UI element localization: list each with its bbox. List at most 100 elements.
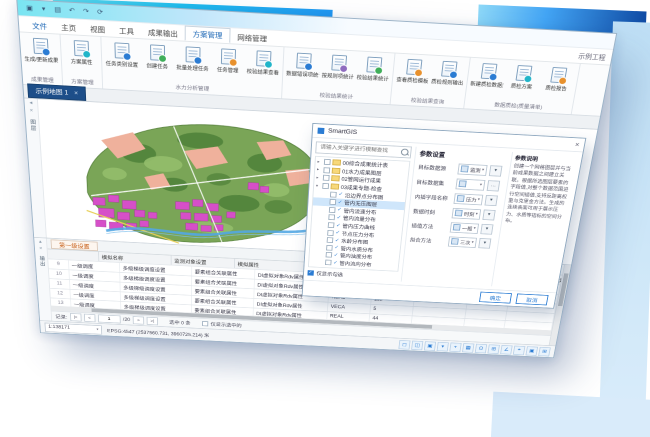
- parameter-label: 插值方法: [411, 221, 448, 230]
- split-view-icon[interactable]: ◫: [411, 340, 423, 350]
- view-options-icon[interactable]: ▾: [437, 342, 449, 352]
- only-selected-checkbox[interactable]: [202, 321, 208, 326]
- extent-icon[interactable]: ⊞: [538, 347, 551, 357]
- batch-process-tasks-button[interactable]: 批量处理任务: [176, 43, 210, 83]
- menu-tab-network[interactable]: 网络管理: [230, 30, 274, 46]
- parameter-combobox[interactable]: 压力 ▾: [454, 193, 484, 205]
- create-task-button[interactable]: 创建任务: [140, 41, 174, 82]
- cancel-button[interactable]: 取消: [515, 294, 548, 306]
- parameter-extra-button[interactable]: ▾: [480, 223, 493, 234]
- customize-toolbar-icon[interactable]: ▾: [38, 3, 50, 14]
- grid-icon[interactable]: ⊞: [487, 344, 500, 354]
- tree-item-checkbox[interactable]: [327, 230, 334, 236]
- pan-icon[interactable]: +: [449, 342, 461, 352]
- parameter-label: 内插字段名称: [414, 192, 452, 201]
- previous-record-button[interactable]: <: [84, 314, 96, 322]
- ok-button[interactable]: 确定: [479, 292, 512, 304]
- save-icon[interactable]: ▤: [52, 4, 64, 15]
- chevron-down-icon[interactable]: ▾: [480, 182, 483, 187]
- dialog-app-icon: [317, 128, 324, 134]
- new-qc-dataset-button[interactable]: 新建质检数据集: [468, 60, 506, 100]
- tree-item-checkbox[interactable]: [330, 191, 337, 197]
- tree-item-checkbox[interactable]: [329, 199, 336, 205]
- parameter-extra-button[interactable]: …: [487, 180, 501, 191]
- basemap-icon[interactable]: ▣: [526, 346, 539, 356]
- tree-item-checkbox[interactable]: [323, 167, 330, 173]
- tree-caret-icon[interactable]: ▾: [316, 183, 321, 188]
- tree-caret-icon[interactable]: ▸: [317, 159, 322, 164]
- tree-caret-icon[interactable]: ▸: [316, 175, 321, 180]
- scheme-properties-button[interactable]: 方案属性: [64, 37, 99, 78]
- menu-tab-home[interactable]: 主页: [54, 20, 84, 35]
- layers-panel-tab[interactable]: 图层: [28, 119, 37, 132]
- close-output-icon[interactable]: ×: [39, 247, 42, 252]
- tree-item-checkbox[interactable]: [323, 175, 330, 181]
- redo-icon[interactable]: ↷: [80, 6, 92, 17]
- tree-item-checkbox[interactable]: [328, 222, 335, 228]
- parameter-extra-button[interactable]: ▾: [482, 209, 495, 220]
- menu-tab-tools[interactable]: 工具: [112, 23, 141, 38]
- parameter-combobox[interactable]: ▾: [455, 178, 485, 190]
- check-result-stats-button[interactable]: 校验结果统计: [355, 53, 391, 93]
- measure-angle-icon[interactable]: ∠: [500, 345, 513, 355]
- chevron-down-icon[interactable]: ▾: [482, 167, 485, 172]
- scale-selector[interactable]: 1:138171 ▾: [44, 322, 102, 334]
- tree-item-checkbox[interactable]: [322, 183, 329, 189]
- rule-stats-button[interactable]: 按规则项统计: [320, 51, 356, 91]
- center-view-icon[interactable]: ⌖: [513, 345, 526, 355]
- menu-tab-scheme[interactable]: 方案管理: [185, 26, 231, 44]
- parameter-combobox[interactable]: 时刻1 ▾: [452, 207, 482, 219]
- data-error-stats-button[interactable]: 数据错误项统计: [285, 49, 320, 89]
- chevron-down-icon[interactable]: ▾: [471, 240, 474, 245]
- task-category-settings-button[interactable]: 任务类别设置: [104, 39, 138, 80]
- view-qc-template-button[interactable]: 查看质检模板: [394, 56, 431, 96]
- tree-item-checkbox[interactable]: [325, 260, 332, 266]
- close-panel-icon[interactable]: ×: [30, 108, 34, 113]
- tree-search-input[interactable]: [318, 144, 401, 155]
- task-manager-button[interactable]: 任务管理: [211, 45, 245, 85]
- collapse-panel-icon[interactable]: ◂: [29, 101, 32, 106]
- parameter-extra-button[interactable]: ▾: [478, 238, 491, 249]
- menu-tab-file[interactable]: 文件: [25, 18, 55, 33]
- qc-scheme-button[interactable]: 质检方案: [503, 62, 542, 102]
- single-view-icon[interactable]: ◻: [398, 340, 410, 350]
- last-record-button[interactable]: >|: [147, 317, 158, 325]
- qc-rule-export-button[interactable]: 质检规则输出: [429, 58, 467, 98]
- tree-item-checkbox[interactable]: [327, 237, 334, 243]
- pin-panel-icon[interactable]: ▴: [39, 240, 42, 245]
- parameter-extra-button[interactable]: ▾: [485, 195, 498, 206]
- chevron-down-icon[interactable]: ▾: [473, 226, 476, 231]
- view-check-results-button[interactable]: 校验结果查看: [246, 47, 281, 87]
- menu-tab-output[interactable]: 成果输出: [141, 25, 185, 41]
- chevron-down-icon[interactable]: ▾: [475, 212, 478, 217]
- output-panel-tab[interactable]: 输出: [37, 256, 46, 267]
- menu-tab-view[interactable]: 视图: [83, 22, 112, 37]
- map-mode-icon[interactable]: ▣: [424, 341, 436, 351]
- qc-report-button[interactable]: 质检报告: [537, 64, 576, 104]
- tree-item-checkbox[interactable]: [328, 215, 335, 221]
- field-type-icon: [460, 165, 468, 172]
- tree-item-checkbox[interactable]: [326, 245, 333, 251]
- page-number-input[interactable]: [98, 314, 121, 323]
- tree-item-checkbox[interactable]: [326, 252, 333, 258]
- tree-item-checkbox[interactable]: [329, 207, 336, 213]
- parameter-combobox[interactable]: 一般克里金 ▾: [450, 222, 479, 234]
- parameter-combobox[interactable]: 监测成果-自动-采样点图层/1张 ▾: [457, 163, 487, 175]
- tree-item-icon: [331, 176, 340, 182]
- first-record-button[interactable]: |<: [70, 313, 82, 321]
- generate-results-button[interactable]: 生成/更新成果: [23, 34, 59, 75]
- identify-icon[interactable]: Ω: [475, 343, 487, 353]
- tab-close-icon[interactable]: ×: [74, 90, 78, 96]
- app-icon[interactable]: ▣: [24, 3, 36, 14]
- next-record-button[interactable]: >: [133, 316, 144, 324]
- refresh-icon[interactable]: ⟳: [94, 7, 105, 18]
- tree-caret-icon[interactable]: ▸: [317, 167, 322, 172]
- tree-item-checkbox[interactable]: [324, 159, 331, 165]
- show-checked-checkbox[interactable]: [307, 270, 314, 276]
- parameter-extra-button[interactable]: ▾: [489, 165, 503, 176]
- select-features-icon[interactable]: ▦: [462, 343, 474, 353]
- dialog-close-icon[interactable]: ×: [574, 141, 580, 149]
- parameter-combobox[interactable]: 三次 ▾: [448, 236, 477, 248]
- undo-icon[interactable]: ↶: [66, 5, 78, 16]
- chevron-down-icon[interactable]: ▾: [477, 197, 480, 202]
